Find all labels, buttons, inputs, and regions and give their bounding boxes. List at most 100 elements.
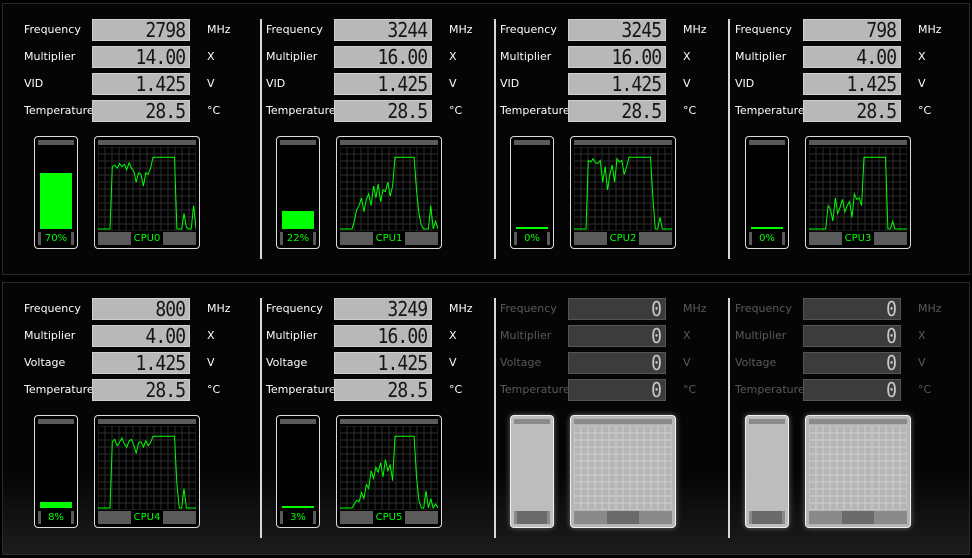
voltage-value: 1.425 — [846, 73, 897, 95]
voltage-display: 1.425 — [334, 352, 432, 374]
graph-top-bar — [574, 419, 672, 424]
voltage-unit: V — [918, 356, 926, 369]
load-meter — [510, 415, 554, 528]
frequency-value: 0 — [886, 298, 897, 320]
readout-row-voltage: Voltage 1.425 V — [24, 352, 254, 374]
column-separator — [260, 19, 262, 259]
meter-well — [749, 426, 785, 510]
readout-row-frequency: Frequency 798 MHz — [735, 19, 965, 41]
voltage-value: 1.425 — [135, 352, 186, 374]
load-fill — [282, 506, 314, 508]
frequency-display: 3245 — [568, 19, 666, 41]
cpu-core-panel: Frequency 800 MHz Multiplier 4.00 X Voltage 1.4… — [24, 298, 254, 558]
cpu-core-panel: Frequency 0 MHz Multiplier 0 X Voltage 0 V Temper… — [735, 298, 965, 558]
cpu-name-label: CPU5 — [373, 511, 405, 524]
graph-top-bar — [98, 140, 196, 145]
multiplier-label: Multiplier — [266, 329, 318, 342]
voltage-value: 1.425 — [611, 73, 662, 95]
meter-top-bar — [38, 419, 74, 424]
voltage-display: 1.425 — [92, 352, 190, 374]
multiplier-value: 4.00 — [856, 46, 897, 68]
readout-row-temperature: Temperature 0 °C — [500, 379, 730, 401]
history-chart — [574, 426, 672, 510]
voltage-value: 1.425 — [377, 73, 428, 95]
frequency-value: 798 — [866, 19, 897, 41]
meter-well — [38, 426, 74, 510]
load-fill — [751, 227, 783, 229]
cpu-name-label: CPU3 — [842, 232, 874, 245]
load-percent: 3% — [283, 511, 313, 524]
history-graph: CPU0 — [94, 136, 200, 249]
frequency-unit: MHz — [449, 23, 473, 36]
voltage-unit: V — [683, 77, 691, 90]
readout-row-multiplier: Multiplier 4.00 X — [24, 325, 254, 347]
voltage-unit: V — [449, 77, 457, 90]
meter-top-bar — [280, 140, 316, 145]
readout-row-temperature: Temperature 28.5 °C — [500, 100, 730, 122]
voltage-label: VID — [735, 77, 755, 90]
frequency-label: Frequency — [266, 302, 323, 315]
multiplier-display: 4.00 — [92, 325, 190, 347]
voltage-display: 1.425 — [92, 73, 190, 95]
multiplier-value: 0 — [886, 325, 897, 347]
temperature-label: Temperature — [500, 383, 570, 396]
multiplier-unit: X — [207, 329, 215, 342]
frequency-label: Frequency — [24, 23, 81, 36]
frequency-value: 800 — [155, 298, 186, 320]
voltage-label: VID — [500, 77, 520, 90]
cpu-name-label: CPU2 — [607, 232, 639, 245]
readout-row-voltage: VID 1.425 V — [735, 73, 965, 95]
meter-well — [280, 147, 316, 231]
load-fill — [282, 211, 314, 229]
meter-well — [38, 147, 74, 231]
frequency-display: 2798 — [92, 19, 190, 41]
meter-well — [514, 426, 550, 510]
meter-top-bar — [514, 419, 550, 424]
multiplier-display: 16.00 — [334, 325, 432, 347]
readout-row-multiplier: Multiplier 16.00 X — [266, 325, 496, 347]
temperature-label: Temperature — [735, 383, 805, 396]
history-graph: CPU4 — [94, 415, 200, 528]
history-chart — [340, 426, 438, 510]
temperature-label: Temperature — [24, 104, 94, 117]
voltage-label: Voltage — [266, 356, 308, 369]
multiplier-label: Multiplier — [24, 50, 76, 63]
voltage-display: 1.425 — [803, 73, 901, 95]
temperature-display: 28.5 — [803, 100, 901, 122]
multiplier-label: Multiplier — [735, 329, 787, 342]
multiplier-display: 0 — [803, 325, 901, 347]
multiplier-value: 0 — [651, 325, 662, 347]
multiplier-unit: X — [918, 50, 926, 63]
meter-top-bar — [514, 140, 550, 145]
graph-top-bar — [340, 419, 438, 424]
temperature-value: 28.5 — [387, 100, 428, 122]
multiplier-label: Multiplier — [500, 329, 552, 342]
frequency-display: 798 — [803, 19, 901, 41]
multiplier-unit: X — [683, 329, 691, 342]
temperature-label: Temperature — [735, 104, 805, 117]
history-chart — [98, 147, 196, 231]
temperature-unit: °C — [683, 383, 697, 396]
temperature-display: 0 — [803, 379, 901, 401]
load-percent: 70% — [41, 232, 71, 245]
readout-row-multiplier: Multiplier 16.00 X — [500, 46, 730, 68]
voltage-display: 1.425 — [334, 73, 432, 95]
load-percent: 0% — [752, 232, 782, 245]
temperature-unit: °C — [918, 104, 932, 117]
frequency-unit: MHz — [683, 23, 707, 36]
multiplier-display: 4.00 — [803, 46, 901, 68]
temperature-label: Temperature — [266, 104, 336, 117]
load-meter — [745, 415, 789, 528]
history-graph — [805, 415, 911, 528]
history-graph — [570, 415, 676, 528]
frequency-value: 2798 — [145, 19, 186, 41]
temperature-label: Temperature — [266, 383, 336, 396]
graph-top-bar — [98, 419, 196, 424]
voltage-label: VID — [266, 77, 286, 90]
readout-row-frequency: Frequency 0 MHz — [735, 298, 965, 320]
graph-top-bar — [809, 419, 907, 424]
history-chart — [574, 147, 672, 231]
voltage-unit: V — [918, 77, 926, 90]
frequency-display: 0 — [568, 298, 666, 320]
temperature-unit: °C — [207, 104, 221, 117]
